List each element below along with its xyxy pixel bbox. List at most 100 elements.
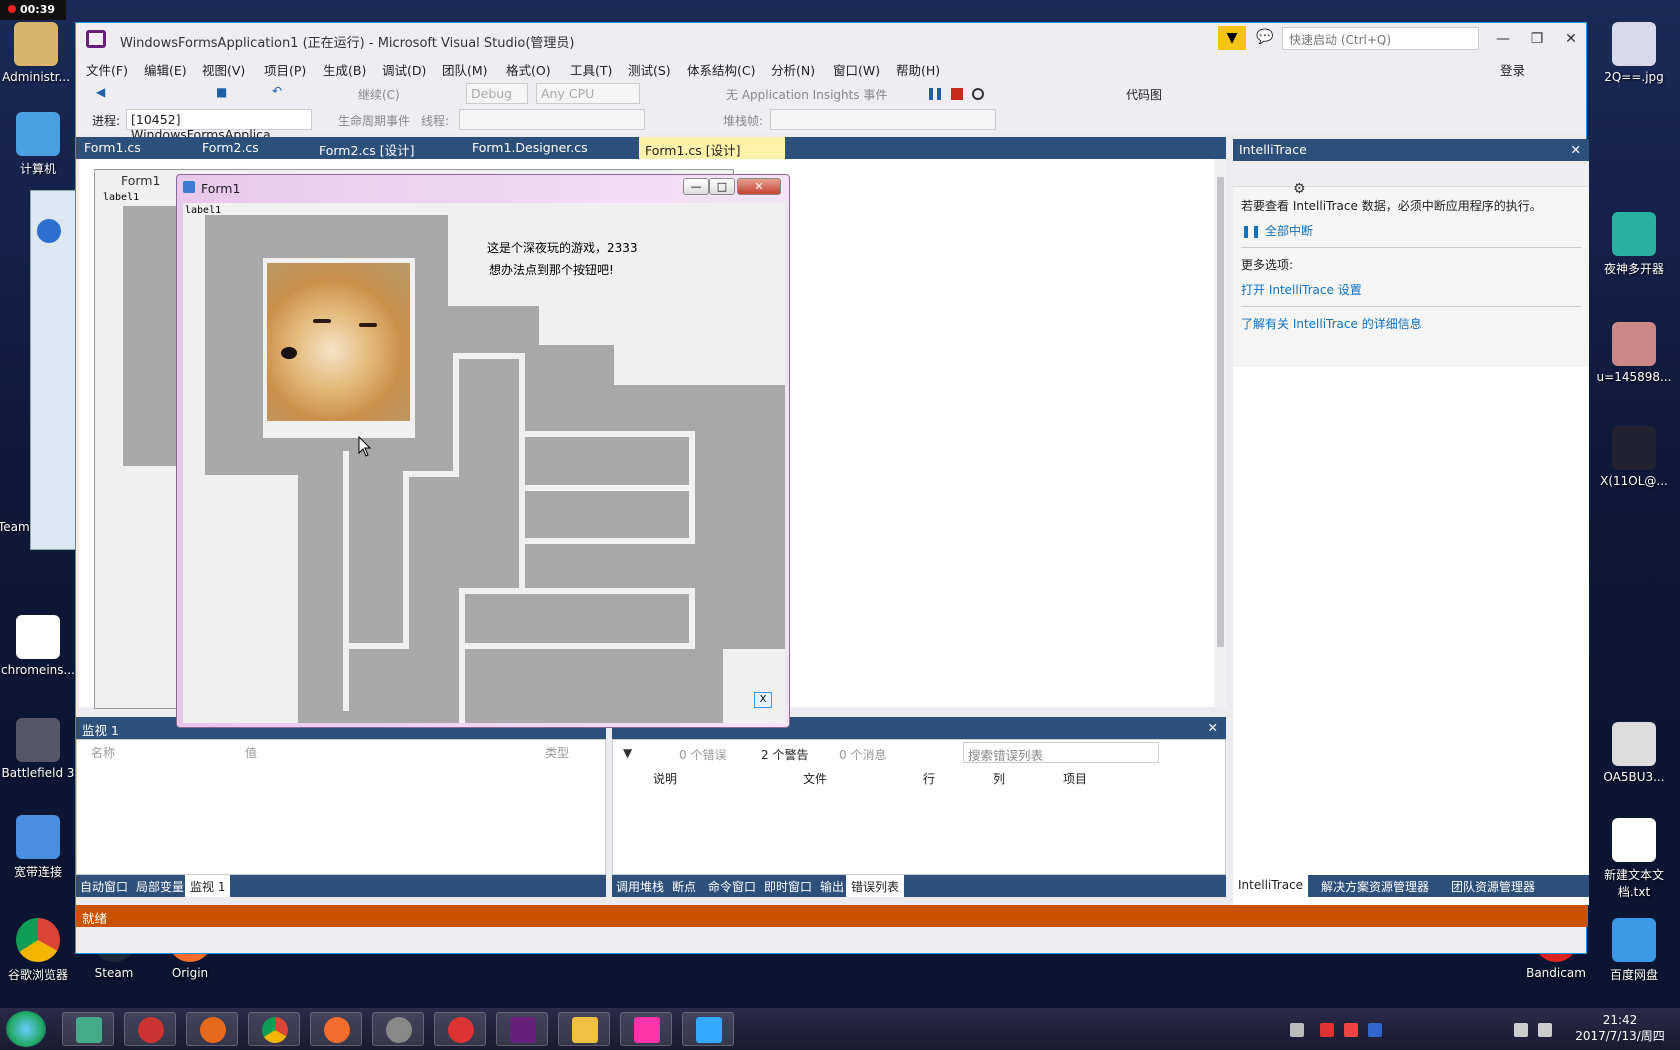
error-col-project[interactable]: 项目 bbox=[1063, 770, 1087, 787]
menu-tools[interactable]: 工具(T) bbox=[570, 60, 612, 79]
desktop-icon-oa5bu3[interactable]: OA5BU3... bbox=[1592, 722, 1676, 784]
desktop-icon-jpg[interactable]: 2Q==.jpg bbox=[1592, 22, 1676, 84]
taskbar-app-chrome[interactable] bbox=[248, 1012, 300, 1046]
open-settings-link[interactable]: 打开 IntelliTrace 设置 bbox=[1241, 281, 1581, 298]
close-button[interactable]: ✕ bbox=[1556, 27, 1586, 51]
feedback-icon[interactable]: 💬 bbox=[1256, 29, 1273, 45]
running-form-window[interactable]: Form1 — □ ✕ label1 这是个深夜玩的游戏，2333 想办法点到那… bbox=[176, 174, 790, 728]
tab-locals[interactable]: 局部变量 bbox=[136, 878, 184, 895]
taskbar-app-netease-music[interactable] bbox=[434, 1012, 486, 1046]
taskbar-app-opera[interactable] bbox=[124, 1012, 176, 1046]
platform-combo[interactable]: Any CPU bbox=[536, 83, 640, 104]
maze-wall[interactable] bbox=[298, 475, 448, 723]
taskbar-app-firefox[interactable] bbox=[186, 1012, 238, 1046]
form-maximize-button[interactable]: □ bbox=[709, 178, 735, 195]
form-close-button[interactable]: ✕ bbox=[737, 178, 781, 195]
undo-icon[interactable]: ↶ bbox=[272, 84, 282, 98]
restart-icon[interactable] bbox=[972, 88, 984, 100]
tab-command-window[interactable]: 命令窗口 bbox=[708, 878, 756, 895]
desktop-icon-broadband[interactable]: 宽带连接 bbox=[0, 815, 80, 880]
intellitrace-close-icon[interactable]: ✕ bbox=[1571, 142, 1581, 157]
menu-help[interactable]: 帮助(H) bbox=[896, 60, 940, 79]
menu-team[interactable]: 团队(M) bbox=[442, 60, 488, 79]
desktop-icon-chrome[interactable]: 谷歌浏览器 bbox=[0, 918, 80, 983]
stop-icon[interactable] bbox=[951, 88, 963, 100]
maze-wall[interactable] bbox=[539, 345, 614, 723]
tab-immediate-window[interactable]: 即时窗口 bbox=[764, 878, 812, 895]
tab-intellitrace[interactable]: IntelliTrace bbox=[1233, 875, 1309, 897]
config-combo[interactable]: Debug bbox=[466, 83, 528, 104]
errors-count[interactable]: 0 个错误 bbox=[679, 746, 726, 763]
error-col-column[interactable]: 列 bbox=[993, 770, 1005, 787]
save-icon[interactable]: ■ bbox=[216, 85, 227, 99]
taskbar-app-explorer[interactable] bbox=[558, 1012, 610, 1046]
tab-watch1[interactable]: 监视 1 bbox=[185, 875, 231, 897]
goal-x-button[interactable]: X bbox=[754, 692, 772, 708]
tray-network-icon[interactable] bbox=[1538, 1023, 1552, 1037]
desktop-icon-baidupan[interactable]: 百度网盘 bbox=[1592, 918, 1676, 983]
taskbar-app-monitor[interactable] bbox=[62, 1012, 114, 1046]
continue-button[interactable]: 继续(C) bbox=[358, 86, 400, 103]
error-search-input[interactable]: 搜索错误列表 bbox=[963, 742, 1159, 763]
form-minimize-button[interactable]: — bbox=[683, 178, 709, 195]
designer-maze-panel[interactable] bbox=[123, 206, 183, 466]
tab-breakpoints[interactable]: 断点 bbox=[672, 878, 696, 895]
back-icon[interactable]: ◀ bbox=[96, 85, 105, 99]
notification-filter-icon[interactable]: ▼ bbox=[1218, 26, 1246, 50]
tab-autos[interactable]: 自动窗口 bbox=[80, 878, 128, 895]
menu-edit[interactable]: 编辑(E) bbox=[144, 60, 187, 79]
tab-form2-design[interactable]: Form2.cs [设计] bbox=[319, 140, 415, 159]
taskbar-app-game[interactable] bbox=[372, 1012, 424, 1046]
desktop-icon-x11ol[interactable]: X(11OL@... bbox=[1592, 426, 1676, 488]
insights-button[interactable]: 无 Application Insights 事件 bbox=[726, 86, 887, 103]
stack-frame-combo[interactable] bbox=[770, 109, 996, 130]
tab-call-stack[interactable]: 调用堆栈 bbox=[616, 878, 664, 895]
start-button[interactable] bbox=[6, 1011, 46, 1047]
tab-form1-designer-cs[interactable]: Form1.Designer.cs bbox=[472, 140, 588, 155]
watch-col-value[interactable]: 值 bbox=[245, 744, 257, 761]
desktop-icon-textfile[interactable]: 新建文本文档.txt bbox=[1592, 818, 1676, 900]
minimize-button[interactable]: — bbox=[1488, 27, 1518, 51]
lifecycle-events-button[interactable]: 生命周期事件 bbox=[338, 112, 410, 129]
menu-architecture[interactable]: 体系结构(C) bbox=[687, 60, 755, 79]
tab-form2-cs[interactable]: Form2.cs bbox=[202, 140, 259, 155]
menu-debug[interactable]: 调试(D) bbox=[382, 60, 426, 79]
designer-vertical-scrollbar[interactable] bbox=[1214, 159, 1227, 707]
menu-file[interactable]: 文件(F) bbox=[86, 60, 128, 79]
menu-project[interactable]: 项目(P) bbox=[264, 60, 306, 79]
pause-icon[interactable] bbox=[929, 88, 941, 100]
learn-more-link[interactable]: 了解有关 IntelliTrace 的详细信息 bbox=[1241, 315, 1581, 332]
desktop-icon-nox[interactable]: 夜神多开器 bbox=[1592, 212, 1676, 277]
menu-analyze[interactable]: 分析(N) bbox=[771, 60, 815, 79]
login-link[interactable]: 登录 bbox=[1500, 60, 1525, 79]
menu-test[interactable]: 测试(S) bbox=[628, 60, 671, 79]
error-col-line[interactable]: 行 bbox=[923, 770, 935, 787]
taskbar-app-origin[interactable] bbox=[310, 1012, 362, 1046]
codemap-button[interactable]: 代码图 bbox=[1126, 86, 1162, 103]
tab-solution-explorer[interactable]: 解决方案资源管理器 bbox=[1321, 878, 1429, 895]
taskbar-app-form1[interactable] bbox=[620, 1012, 672, 1046]
tab-team-explorer[interactable]: 团队资源管理器 bbox=[1451, 878, 1535, 895]
tab-output[interactable]: 输出 bbox=[820, 878, 844, 895]
gear-icon[interactable]: ⚙ bbox=[1293, 181, 1306, 197]
tab-error-list[interactable]: 错误列表 bbox=[846, 875, 905, 897]
error-list-close-icon[interactable]: ✕ bbox=[1208, 720, 1218, 735]
menu-format[interactable]: 格式(O) bbox=[506, 60, 551, 79]
warnings-count[interactable]: 2 个警告 bbox=[761, 746, 808, 763]
tray-keyboard-icon[interactable] bbox=[1290, 1023, 1304, 1037]
messages-count[interactable]: 0 个消息 bbox=[839, 746, 886, 763]
maximize-button[interactable]: ❐ bbox=[1522, 27, 1552, 51]
tab-form1-cs[interactable]: Form1.cs bbox=[84, 140, 141, 155]
desktop-icon-chromeins[interactable]: chromeins... bbox=[0, 615, 80, 677]
tray-app-icon[interactable] bbox=[1344, 1023, 1358, 1037]
back-arrow-icon[interactable] bbox=[37, 219, 61, 243]
watch-col-type[interactable]: 类型 bbox=[545, 744, 569, 761]
desktop-icon-battlefield[interactable]: Battlefield 3 bbox=[0, 718, 80, 780]
menu-window[interactable]: 窗口(W) bbox=[833, 60, 880, 79]
process-combo[interactable]: [10452] WindowsFormsApplica bbox=[126, 109, 312, 142]
tray-volume-icon[interactable] bbox=[1514, 1023, 1528, 1037]
desktop-icon-u145898[interactable]: u=145898... bbox=[1592, 322, 1676, 384]
tab-form1-design[interactable]: Form1.cs [设计] bbox=[639, 137, 785, 159]
menu-build[interactable]: 生成(B) bbox=[323, 60, 366, 79]
designer-label1[interactable]: label1 bbox=[103, 192, 139, 203]
